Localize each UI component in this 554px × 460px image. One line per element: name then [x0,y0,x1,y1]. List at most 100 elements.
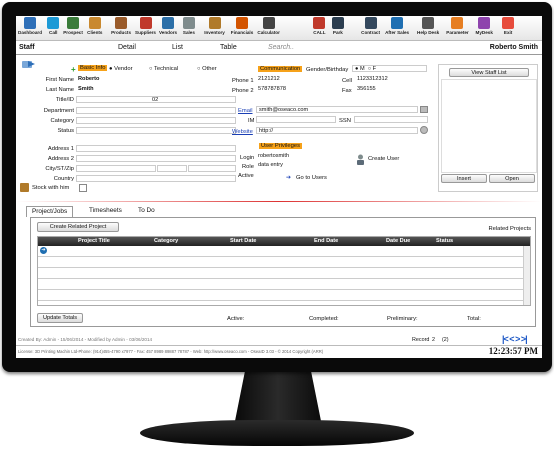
create-user-icon[interactable] [356,154,365,165]
address2-field[interactable] [76,155,236,162]
toolbar-item-calculator[interactable]: Calculator [257,17,280,39]
col-date-due[interactable]: Date Due [386,238,410,244]
previous-record-icon[interactable]: < [509,334,514,344]
col-start-date[interactable]: Start Date [230,238,256,244]
phone1-field[interactable]: 2121212 [256,76,341,83]
completed-total-label: Completed: [309,316,339,322]
table-view-link[interactable]: Table [220,44,237,51]
website-field[interactable]: http:// [256,127,418,134]
toolbar-item-call[interactable]: CALL [313,17,326,39]
toolbar-item-suppliers[interactable]: Suppliers [135,17,156,39]
status-label: Status [57,128,74,134]
col-end-date[interactable]: End Date [314,238,338,244]
toolbar-item-prospect[interactable]: Prospect [63,17,83,39]
toolbar-item-clients[interactable]: Clients [87,17,102,39]
country-field[interactable] [76,175,236,182]
tab-project-jobs[interactable]: Project/Jobs [26,206,74,217]
detail-view-link[interactable]: Detail [118,44,136,51]
search-input[interactable]: Search.. [268,44,294,51]
last-name-field[interactable]: Smith [76,86,236,93]
record-number: 2 [432,337,435,343]
vendor-radio[interactable]: ● Vendor [109,66,133,72]
category-field[interactable] [76,117,236,124]
state-field[interactable] [157,165,187,172]
toolbar-label: Prospect [63,30,83,35]
go-to-users-link[interactable]: Go to Users [296,175,327,181]
toolbar-item-after-sales[interactable]: After Sales [385,17,409,39]
table-row[interactable] [38,257,530,268]
table-row[interactable] [38,279,530,290]
update-totals-button[interactable]: Update Totals [37,313,83,323]
staff-list-box[interactable] [441,79,537,173]
table-row[interactable]: ➔ [38,246,530,257]
email-field[interactable]: smith@oseaco.com [256,106,418,113]
ssn-field[interactable] [354,116,428,123]
website-link[interactable]: Website [232,129,253,135]
table-scrollbar[interactable] [523,246,530,305]
gender-field[interactable]: ● M ○ F [352,65,427,72]
col-project-title[interactable]: Project Title [78,238,110,244]
toolbar-item-mydesk[interactable]: MyDesk [476,17,493,39]
add-icon[interactable]: + [71,65,76,74]
staff-card-icon [22,59,36,69]
other-radio[interactable]: ○ Other [197,66,217,72]
toolbar-label: Suppliers [135,30,156,35]
email-link[interactable]: Email [238,108,253,114]
view-staff-list-button[interactable]: View Staff List [449,68,529,77]
table-row[interactable] [38,290,530,301]
toolbar-item-sales[interactable]: Sales [182,17,195,39]
go-to-users-icon[interactable]: ➔ [286,174,291,181]
fax-field[interactable]: 356155 [355,86,427,93]
last-record-icon[interactable]: >| [521,334,528,344]
first-name-field[interactable]: Roberto [76,76,236,83]
toolbar-item-park[interactable]: Park [331,17,344,39]
role-field[interactable]: data entry [256,162,328,169]
projects-panel: Create Related Project Related Projects … [30,217,536,327]
toolbar-label: Parameter [446,30,469,35]
toolbar-item-financials[interactable]: Financials [231,17,253,39]
toolbar-label: After Sales [385,30,410,35]
send-email-icon[interactable] [420,106,428,113]
col-status[interactable]: Status [436,238,453,244]
toolbar-item-exit[interactable]: Exit [502,17,515,39]
toolbar-item-inventory[interactable]: Inventory [204,17,225,39]
create-related-project-button[interactable]: Create Related Project [37,222,119,232]
toolbar-item-call[interactable]: Call [47,17,60,39]
toolbar-item-dashboard[interactable]: Dashboard [18,17,42,39]
zip-field[interactable] [188,165,236,172]
status-field[interactable] [76,127,236,134]
female-label: F [372,66,377,72]
ssn-label: SSN [339,118,351,124]
toolbar-item-contract[interactable]: Contract [361,17,380,39]
col-category[interactable]: Category [154,238,178,244]
toolbar-item-vendors[interactable]: Vendors [159,17,177,39]
toolbar-label: Park [332,30,343,35]
next-record-icon[interactable]: > [515,334,520,344]
tab-to-do[interactable]: To Do [133,206,160,216]
create-user-link[interactable]: Create User [368,156,399,162]
title-id-field[interactable]: 02 [76,96,236,103]
toolbar-label: Vendors [158,30,178,35]
login-field[interactable]: robertosmith [256,153,328,160]
toolbar-item-help-desk[interactable]: Help Desk [417,17,439,39]
address1-field[interactable] [76,145,236,152]
toolbar-item-products[interactable]: Products [111,17,131,39]
city-field[interactable] [76,165,156,172]
record-navigation[interactable]: |< < > >| [502,334,528,344]
department-field[interactable] [76,107,236,114]
first-record-icon[interactable]: |< [502,334,509,344]
open-website-icon[interactable] [420,126,428,134]
list-view-link[interactable]: List [172,44,183,51]
phone2-field[interactable]: 578787878 [256,86,341,93]
open-button[interactable]: Open [489,174,535,183]
toolbar-item-parameter[interactable]: Parameter [446,17,469,39]
cell-field[interactable]: 1123312312 [355,76,427,83]
insert-button[interactable]: Insert [441,174,487,183]
header-bar: Staff Detail List Table Search.. Roberto… [16,43,542,55]
im-field[interactable] [256,116,336,123]
technical-radio[interactable]: ○ Technical [149,66,178,72]
stock-with-him-checkbox[interactable] [79,184,87,192]
tab-timesheets[interactable]: Timesheets [84,206,127,216]
row-arrow-icon[interactable]: ➔ [40,247,47,254]
table-row[interactable] [38,268,530,279]
